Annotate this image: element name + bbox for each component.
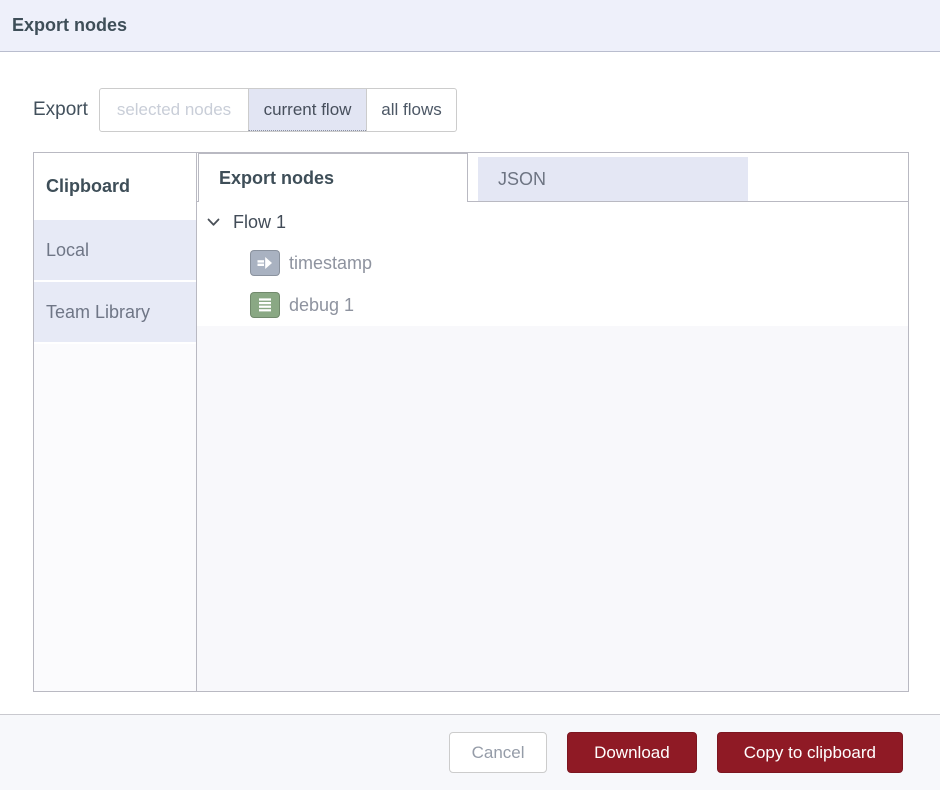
node-label: debug 1 [289, 295, 354, 316]
debug-lines-icon [250, 292, 280, 318]
cancel-button[interactable]: Cancel [449, 732, 547, 773]
sidebar-title: Clipboard [34, 153, 196, 220]
export-scope-label: Export [33, 99, 85, 121]
library-sidebar: Clipboard Local Team Library [34, 153, 197, 691]
tree-row-node[interactable]: timestamp [197, 242, 908, 284]
tab-export-nodes[interactable]: Export nodes [198, 153, 468, 202]
library-main: Export nodes JSON Flow 1 [197, 153, 908, 691]
download-button[interactable]: Download [567, 732, 697, 773]
tree-row-node[interactable]: debug 1 [197, 284, 908, 326]
sidebar-item-label: Team Library [46, 302, 150, 323]
library-tabbar: Export nodes JSON [197, 153, 908, 202]
chevron-down-icon[interactable] [206, 215, 220, 229]
sidebar-item-team-library[interactable]: Team Library [34, 282, 196, 344]
export-scope-row: Export selected nodes current flow all f… [33, 88, 457, 132]
sidebar-empty-area [34, 344, 196, 691]
dialog-footer: Cancel Download Copy to clipboard [0, 714, 940, 790]
scope-all-flows-button[interactable]: all flows [366, 89, 456, 131]
scope-selected-nodes-button[interactable]: selected nodes [100, 89, 248, 131]
inject-arrow-icon [250, 250, 280, 276]
sidebar-item-label: Local [46, 240, 89, 261]
copy-to-clipboard-button[interactable]: Copy to clipboard [717, 732, 903, 773]
export-library-panel: Clipboard Local Team Library Export node… [33, 152, 909, 692]
scope-current-flow-button[interactable]: current flow [248, 89, 366, 131]
flow-label: Flow 1 [233, 212, 286, 233]
dialog-header: Export nodes [0, 0, 940, 52]
flow-tree: Flow 1 timestamp [197, 202, 908, 691]
tree-row-flow[interactable]: Flow 1 [197, 202, 908, 242]
tab-label: JSON [498, 169, 546, 190]
node-label: timestamp [289, 253, 372, 274]
tab-label: Export nodes [219, 168, 334, 189]
dialog-title: Export nodes [12, 15, 127, 36]
tab-json[interactable]: JSON [478, 157, 748, 201]
sidebar-item-local[interactable]: Local [34, 220, 196, 282]
export-scope-button-group: selected nodes current flow all flows [99, 88, 457, 132]
